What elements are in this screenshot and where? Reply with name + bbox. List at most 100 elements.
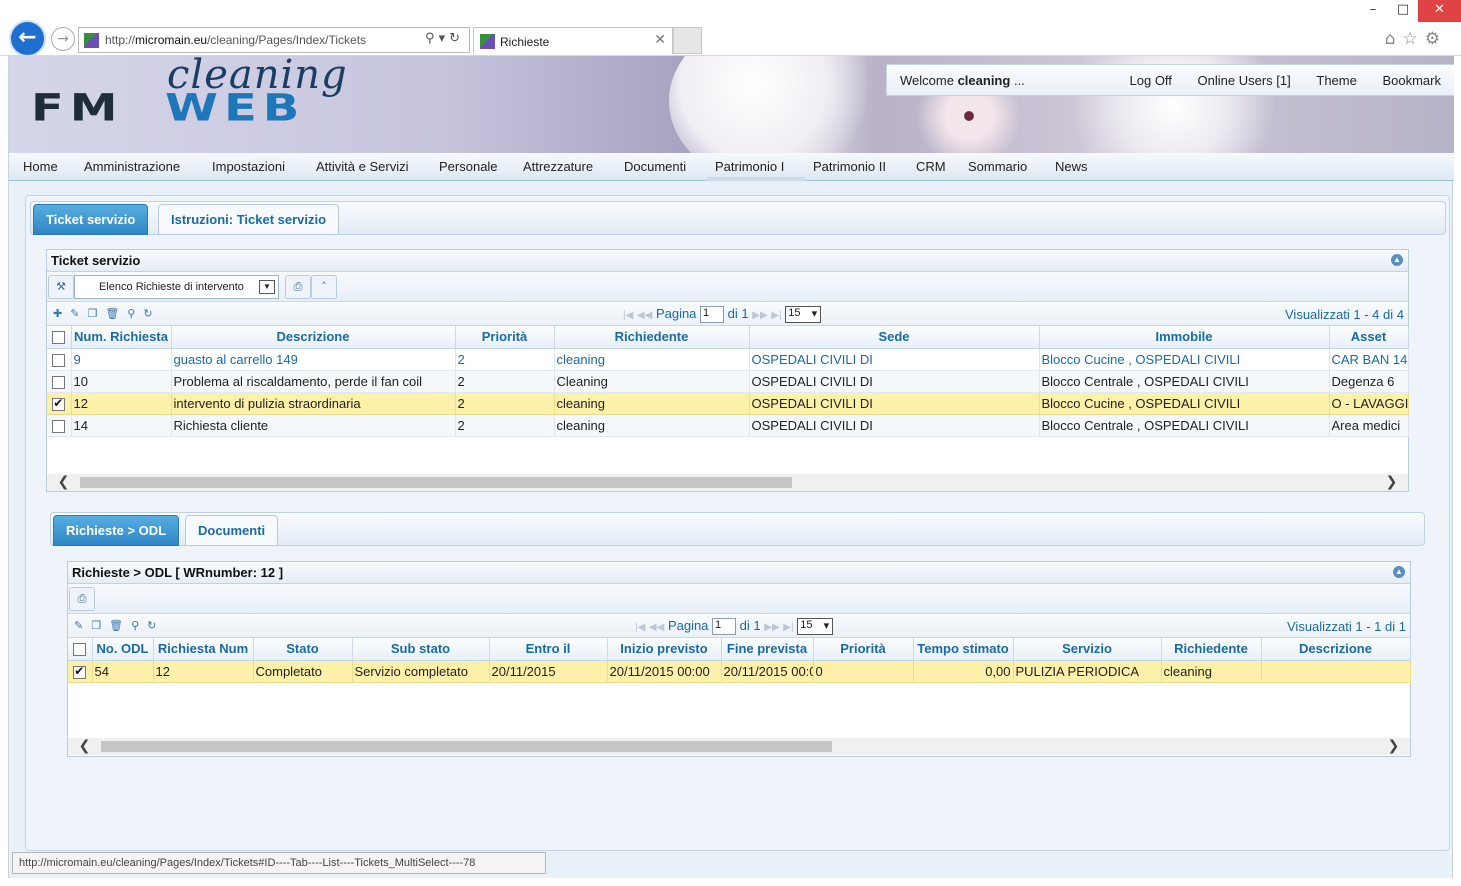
menu-item-crm[interactable]: CRM — [916, 159, 946, 174]
column-header[interactable]: Inizio previsto — [607, 638, 722, 661]
add-icon[interactable]: ✚ — [53, 308, 70, 320]
prev-page-icon[interactable]: ◀◀ — [649, 622, 664, 633]
row-checkbox[interactable] — [47, 414, 72, 437]
collapse-icon[interactable]: ▲ — [1391, 254, 1403, 266]
scroll-thumb[interactable] — [101, 741, 832, 752]
first-page-icon[interactable]: |◀ — [623, 310, 633, 321]
new-tab-button[interactable] — [673, 27, 702, 54]
copy-icon[interactable]: ❐ — [91, 620, 109, 632]
first-page-icon[interactable]: |◀ — [635, 622, 645, 633]
menu-item-patrimonio-ii[interactable]: Patrimonio II — [813, 159, 886, 174]
wrench-icon[interactable]: ⚒ — [48, 275, 74, 299]
trash-icon[interactable]: 🗑 — [109, 620, 131, 632]
collapse-icon[interactable]: ▲ — [1393, 566, 1405, 578]
refresh-icon[interactable]: ↻ — [143, 308, 160, 320]
refresh-icon[interactable]: ↻ — [147, 620, 164, 632]
column-header[interactable]: Fine prevista — [721, 638, 814, 661]
browser-tab[interactable]: Richieste ✕ — [473, 27, 673, 54]
row-checkbox[interactable] — [47, 392, 72, 415]
menu-item-news[interactable]: News — [1055, 159, 1088, 174]
column-header[interactable]: Richiedente — [554, 326, 750, 349]
menu-item-patrimonio-i[interactable]: Patrimonio I — [715, 159, 784, 174]
chevron-down-icon[interactable]: ▼ — [259, 280, 275, 294]
column-header[interactable]: Asset — [1329, 326, 1409, 349]
print-icon[interactable]: ⎙ — [285, 275, 311, 299]
column-header[interactable]: Richiedente — [1161, 638, 1262, 661]
menu-item-attrezzature[interactable]: Attrezzature — [523, 159, 593, 174]
menu-item-personale[interactable]: Personale — [439, 159, 498, 174]
table-row[interactable]: 14 Richiesta cliente 2 cleaning OSPEDALI… — [47, 414, 1409, 437]
tab-istruzioni[interactable]: Istruzioni: Ticket servizio — [158, 204, 340, 235]
column-header[interactable]: Priorità — [813, 638, 914, 661]
next-page-icon[interactable]: ▶▶ — [764, 622, 779, 633]
close-tab-icon[interactable]: ✕ — [654, 32, 666, 48]
table-row-selected[interactable]: 54 12 Completato Servizio completato 20/… — [68, 660, 1411, 683]
column-header[interactable]: Entro il — [489, 638, 608, 661]
edit-icon[interactable]: ✎ — [74, 620, 91, 632]
search-icon[interactable]: ⚲ — [131, 620, 147, 632]
next-page-icon[interactable]: ▶▶ — [752, 310, 767, 321]
column-header[interactable]: Servizio — [1013, 638, 1162, 661]
column-header[interactable]: Immobile — [1039, 326, 1330, 349]
refresh-icon[interactable]: ↻ — [449, 31, 464, 46]
back-arrow-icon[interactable]: ← — [9, 20, 46, 57]
bookmark-link[interactable]: Bookmark — [1382, 73, 1441, 88]
tab-documenti[interactable]: Documenti — [185, 515, 279, 546]
table-row-selected[interactable]: 12 intervento di pulizia straordinaria 2… — [47, 392, 1409, 415]
edit-icon[interactable]: ✎ — [70, 308, 87, 320]
scroll-left-icon[interactable]: ❮ — [76, 738, 93, 755]
column-header[interactable]: Stato — [253, 638, 353, 661]
theme-link[interactable]: Theme — [1316, 73, 1356, 88]
column-header[interactable]: Sub stato — [352, 638, 490, 661]
tab-richieste-odl[interactable]: Richieste > ODL — [53, 515, 180, 546]
last-page-icon[interactable]: ▶| — [783, 622, 793, 633]
print-icon[interactable]: ⎙ — [69, 587, 95, 611]
table-row[interactable]: 9 guasto al carrello 149 2 cleaning OSPE… — [47, 348, 1409, 371]
gear-icon[interactable]: ⚙ — [1425, 29, 1447, 49]
list-view-select[interactable]: Elenco Richieste di intervento ▼ — [74, 275, 279, 299]
menu-item-impostazioni[interactable]: Impostazioni — [212, 159, 285, 174]
column-header[interactable]: Num. Richiesta — [71, 326, 172, 349]
search-icon[interactable]: ⚲ — [425, 31, 439, 46]
column-header[interactable]: Sede — [749, 326, 1040, 349]
tab-ticket-servizio[interactable]: Ticket servizio — [33, 204, 149, 235]
address-tools[interactable]: ⚲▾↻ — [425, 31, 464, 46]
column-header[interactable]: Tempo stimato — [913, 638, 1014, 661]
page-input[interactable]: 1 — [712, 618, 737, 636]
scroll-right-icon[interactable]: ❯ — [1383, 474, 1400, 491]
column-header[interactable]: Descrizione — [1261, 638, 1411, 661]
row-checkbox[interactable] — [68, 660, 93, 683]
maximize-icon[interactable]: □ — [1388, 0, 1418, 22]
select-all-checkbox[interactable] — [47, 326, 72, 349]
scroll-thumb[interactable] — [80, 477, 792, 488]
menu-item-amministrazione[interactable]: Amministrazione — [84, 159, 180, 174]
dropdown-icon[interactable]: ▾ — [439, 31, 450, 46]
page-input[interactable]: 1 — [700, 306, 725, 324]
table-row[interactable]: 10 Problema al riscaldamento, perde il f… — [47, 370, 1409, 393]
forward-arrow-icon[interactable]: → — [51, 27, 75, 51]
row-checkbox[interactable] — [47, 370, 72, 393]
close-window-icon[interactable]: ✕ — [1418, 0, 1461, 22]
online-users-link[interactable]: Online Users [1] — [1198, 73, 1291, 88]
column-header[interactable]: Priorità — [455, 326, 555, 349]
address-bar[interactable]: http://micromain.eu/cleaning/Pages/Index… — [78, 27, 470, 53]
trash-icon[interactable]: 🗑 — [105, 308, 127, 320]
search-icon[interactable]: ⚲ — [127, 308, 143, 320]
select-all-checkbox[interactable] — [68, 638, 93, 661]
scroll-left-icon[interactable]: ❮ — [55, 474, 72, 491]
home-icon[interactable]: ⌂ — [1385, 29, 1403, 49]
column-header[interactable]: No. ODL — [92, 638, 154, 661]
last-page-icon[interactable]: ▶| — [771, 310, 781, 321]
menu-item-home[interactable]: Home — [23, 159, 58, 174]
page-size-select[interactable]: 15 — [797, 618, 834, 636]
prev-page-icon[interactable]: ◀◀ — [637, 310, 652, 321]
menu-item-documenti[interactable]: Documenti — [624, 159, 686, 174]
horizontal-scrollbar[interactable]: ❮ ❯ — [47, 474, 1408, 491]
menu-item-sommario[interactable]: Sommario — [968, 159, 1027, 174]
column-header[interactable]: Descrizione — [171, 326, 456, 349]
column-header[interactable]: Richiesta Num — [153, 638, 254, 661]
copy-icon[interactable]: ❐ — [87, 308, 105, 320]
minimize-icon[interactable]: – — [1358, 0, 1388, 22]
row-checkbox[interactable] — [47, 348, 72, 371]
horizontal-scrollbar[interactable]: ❮ ❯ — [68, 738, 1410, 755]
